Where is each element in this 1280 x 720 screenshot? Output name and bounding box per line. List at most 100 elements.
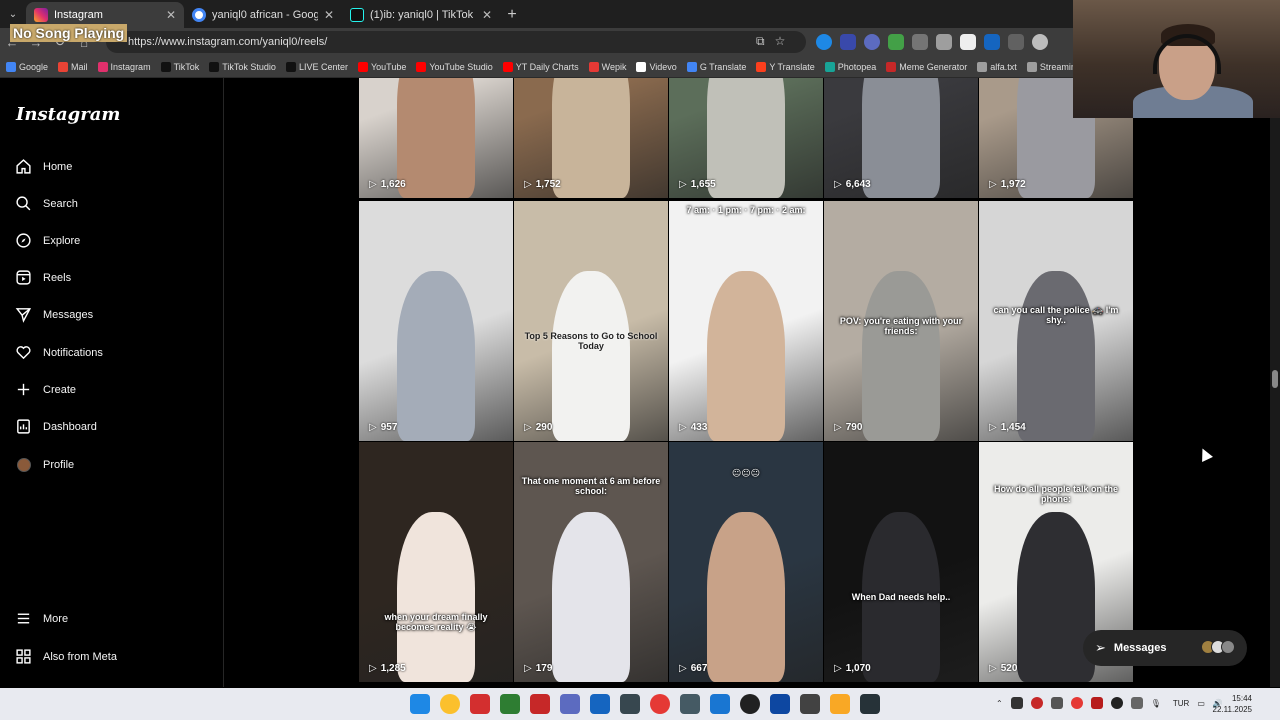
sidebar-item-home[interactable]: Home <box>15 158 72 175</box>
extension-icon[interactable] <box>960 34 976 50</box>
bookmark-item[interactable]: TikTok Studio <box>209 61 276 72</box>
extension-icon[interactable] <box>888 34 904 50</box>
opera-icon[interactable] <box>650 694 670 714</box>
reel-tile[interactable]: ▷ 1,655 <box>669 78 823 198</box>
bookmark-item[interactable]: alfa.txt <box>977 61 1017 72</box>
bookmark-item[interactable]: Google <box>6 61 48 72</box>
reel-tile[interactable]: That one moment at 6 am before school: ▷ 1… <box>514 442 668 682</box>
sidebar-item-more[interactable]: More <box>15 610 68 627</box>
app-mail-icon[interactable] <box>710 694 730 714</box>
reel-thumbnail-subject <box>552 512 630 682</box>
extension-icon[interactable] <box>1008 34 1024 50</box>
bookmark-item[interactable]: Mail <box>58 61 88 72</box>
bookmark-item[interactable]: Photopea <box>824 61 876 72</box>
chrome-icon[interactable] <box>440 694 460 714</box>
reel-tile[interactable]: 😐😐😐 ▷ 667 <box>669 442 823 682</box>
network-icon[interactable]: ▭ <box>1197 699 1205 708</box>
view-count-value: 1,285 <box>380 663 406 674</box>
github-icon[interactable] <box>740 694 760 714</box>
bookmark-item[interactable]: Wepik <box>588 61 627 72</box>
install-app-icon[interactable]: ⧉ <box>756 34 765 49</box>
bookmark-star-icon[interactable]: ☆ <box>775 34 786 49</box>
app-window-icon[interactable] <box>680 694 700 714</box>
chevron-up-icon[interactable]: ⌃ <box>996 699 1003 708</box>
vivaldi-icon[interactable] <box>470 694 490 714</box>
app-star-icon[interactable] <box>800 694 820 714</box>
sidebar-item-dashboard[interactable]: Dashboard <box>15 418 97 435</box>
bookmark-icon <box>1026 61 1037 72</box>
reel-tile[interactable]: Top 5 Reasons to Go to School Today ▷ 290 <box>514 201 668 441</box>
tray-app-icon[interactable] <box>1070 697 1083 709</box>
sidebar-item-also-from-meta[interactable]: Also from Meta <box>15 648 117 665</box>
bookmark-item[interactable]: LIVE Center <box>285 61 348 72</box>
bookmark-item[interactable]: Videvo <box>636 61 677 72</box>
app-blue-icon[interactable] <box>590 694 610 714</box>
extension-icon[interactable] <box>840 34 856 50</box>
scrollbar-thumb[interactable] <box>1272 370 1278 388</box>
microphone-icon[interactable]: 🎙 <box>1151 699 1161 708</box>
reel-tile[interactable]: 7 am: · 1 pm: · 7 pm: · 2 am: ▷ 433 <box>669 201 823 441</box>
instagram-logo[interactable]: Instagram <box>16 104 120 125</box>
sidebar-item-profile[interactable]: Profile <box>15 456 74 473</box>
cmd-icon[interactable] <box>860 694 880 714</box>
tab-google-search[interactable]: yaniql0 african - Google'da Ara ✕ <box>184 2 342 28</box>
reel-tile[interactable]: can you call the police 🚓 I'm shy.. ▷ 1,45… <box>979 201 1133 441</box>
address-bar[interactable]: https://www.instagram.com/yaniql0/reels/ <box>106 31 806 53</box>
profile-avatar-icon[interactable] <box>1032 34 1048 50</box>
reel-tile[interactable]: ▷ 957 <box>359 201 513 441</box>
bookmark-item[interactable]: G Translate <box>686 61 746 72</box>
sidebar-item-notifications[interactable]: Notifications <box>15 344 103 361</box>
tray-app-icon[interactable] <box>1090 697 1103 709</box>
reel-tile[interactable]: when your dream finally becomes reality … <box>359 442 513 682</box>
close-icon[interactable]: ✕ <box>482 8 492 22</box>
reel-tile[interactable]: ▷ 1,626 <box>359 78 513 198</box>
terminal-green-icon[interactable] <box>500 694 520 714</box>
bookmark-item[interactable]: YT Daily Charts <box>502 61 579 72</box>
tray-app-icon[interactable] <box>1130 697 1143 709</box>
sidebar-item-reels[interactable]: Reels <box>15 269 71 286</box>
extension-icon[interactable] <box>912 34 928 50</box>
reel-tile[interactable]: ▷ 6,643 <box>824 78 978 198</box>
tab-tiktok[interactable]: (1)ib: yaniql0 | TikTok ✕ <box>342 2 500 28</box>
bookmark-item[interactable]: YouTube Studio <box>416 61 493 72</box>
tray-app-icon[interactable] <box>1030 697 1043 709</box>
play-icon: ▷ <box>989 422 997 433</box>
sidebar-item-explore[interactable]: Explore <box>15 232 80 249</box>
discord-icon[interactable] <box>560 694 580 714</box>
bookmark-icon <box>357 61 368 72</box>
steam-icon[interactable] <box>770 694 790 714</box>
filezilla-icon[interactable] <box>530 694 550 714</box>
extension-icon[interactable] <box>936 34 952 50</box>
messages-button[interactable]: ➢ Messages <box>1083 630 1247 666</box>
reel-thumbnail-subject <box>707 512 785 682</box>
extension-icon[interactable] <box>816 34 832 50</box>
bookmark-item[interactable]: YouTube <box>357 61 406 72</box>
play-icon: ▷ <box>679 179 687 190</box>
bookmark-item[interactable]: Y Translate <box>756 61 815 72</box>
close-icon[interactable]: ✕ <box>324 8 334 22</box>
language-indicator[interactable]: TUR <box>1173 699 1189 708</box>
sidebar-item-search[interactable]: Search <box>15 195 78 212</box>
new-tab-button[interactable]: + <box>500 2 524 28</box>
bookmark-item[interactable]: Meme Generator <box>886 61 967 72</box>
tray-app-icon[interactable] <box>1010 697 1023 709</box>
reel-tile[interactable]: ▷ 1,752 <box>514 78 668 198</box>
app-dark-icon[interactable] <box>620 694 640 714</box>
page-scrollbar[interactable] <box>1270 78 1280 687</box>
sidebar-item-create[interactable]: Create <box>15 381 76 398</box>
extension-icon[interactable] <box>984 34 1000 50</box>
reel-tile[interactable]: POV: you're eating with your friends: ▷ 79… <box>824 201 978 441</box>
windows-start-icon[interactable] <box>410 694 430 714</box>
tray-app-icon[interactable] <box>1050 697 1063 709</box>
extension-icon[interactable] <box>864 34 880 50</box>
close-icon[interactable]: ✕ <box>166 8 176 22</box>
tray-app-icon[interactable] <box>1110 697 1123 709</box>
reel-tile[interactable]: When Dad needs help.. ▷ 1,070 <box>824 442 978 682</box>
bookmark-label: Wepik <box>601 61 627 72</box>
reels-icon <box>15 269 32 286</box>
sidebar-item-messages[interactable]: Messages <box>15 306 93 323</box>
taskbar-clock[interactable]: 15:44 22.11.2025 <box>1208 693 1252 715</box>
files-icon[interactable] <box>830 694 850 714</box>
bookmark-item[interactable]: TikTok <box>160 61 199 72</box>
bookmark-item[interactable]: Instagram <box>97 61 151 72</box>
